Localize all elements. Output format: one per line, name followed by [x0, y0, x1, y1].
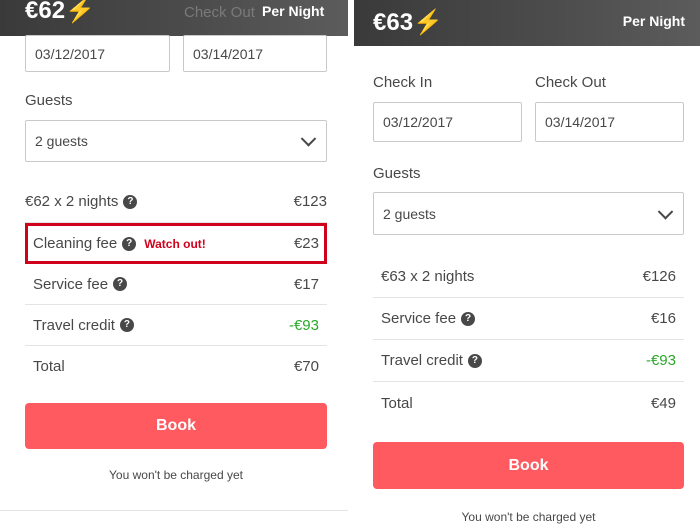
- per-night-label: Per Night: [262, 3, 325, 19]
- price-row-travel-credit: Travel credit? -€93: [25, 305, 327, 346]
- row-value: €16: [650, 310, 676, 327]
- row-label: Travel credit: [33, 316, 115, 334]
- row-value: -€93: [645, 352, 676, 369]
- check-in-label: Check In: [373, 74, 433, 91]
- price-header: €62⚡ Check Out Per Night: [0, 0, 348, 36]
- booking-panel-right: €63⚡ Per Night Check In Check Out 03/12/…: [354, 0, 700, 532]
- price-row-nights: €63 x 2 nights €126: [373, 256, 684, 298]
- guests-label: Guests: [25, 92, 73, 109]
- row-value: €17: [293, 275, 319, 293]
- book-button[interactable]: Book: [25, 403, 327, 449]
- chevron-down-icon: [657, 203, 674, 220]
- price-header: €63⚡ Per Night: [354, 0, 700, 46]
- lightning-bolt-icon: ⚡: [65, 0, 95, 24]
- nightly-price: €62⚡: [25, 0, 95, 25]
- nightly-price: €63⚡: [373, 9, 443, 36]
- booking-panel-left: €62⚡ Check Out Per Night 03/12/2017 03/1…: [0, 0, 348, 532]
- check-out-label: Check Out: [535, 74, 606, 91]
- row-label: €63 x 2 nights: [381, 268, 475, 285]
- charge-note: You won't be charged yet: [109, 468, 243, 482]
- guests-value: 2 guests: [35, 133, 88, 149]
- row-value: €49: [650, 394, 676, 412]
- question-circle-icon[interactable]: ?: [461, 311, 476, 326]
- question-circle-icon[interactable]: ?: [467, 353, 482, 368]
- row-label: Total: [33, 358, 65, 375]
- footer-divider: [0, 510, 348, 511]
- book-button[interactable]: Book: [373, 442, 684, 489]
- row-value: €126: [642, 268, 676, 285]
- guests-value: 2 guests: [383, 205, 436, 222]
- row-label: €62 x 2 nights: [25, 193, 119, 210]
- row-label: Travel credit: [381, 352, 463, 369]
- question-circle-icon[interactable]: ?: [123, 194, 138, 209]
- check-in-field[interactable]: 03/12/2017: [373, 102, 522, 142]
- price-row-nights: €62 x 2 nights? €123: [25, 181, 327, 223]
- price-row-service-fee: Service fee? €17: [25, 264, 327, 305]
- cleaning-fee-highlight: [25, 223, 327, 264]
- check-out-field[interactable]: 03/14/2017: [535, 102, 684, 142]
- row-value: €70: [293, 358, 319, 375]
- guests-select[interactable]: 2 guests: [25, 120, 327, 162]
- price-row-travel-credit: Travel credit? -€93: [373, 340, 684, 382]
- per-night-label: Per Night: [622, 13, 685, 29]
- price-row-total: Total €70: [25, 346, 327, 387]
- check-out-field[interactable]: 03/14/2017: [183, 35, 327, 72]
- charge-note: You won't be charged yet: [461, 510, 596, 524]
- chevron-down-icon: [300, 131, 317, 147]
- price-row-service-fee: Service fee? €16: [373, 298, 684, 340]
- row-label: Service fee: [381, 310, 457, 327]
- lightning-bolt-icon: ⚡: [413, 9, 443, 36]
- row-value: €123: [293, 193, 327, 210]
- price-row-total: Total €49: [373, 382, 684, 424]
- row-value: -€93: [288, 316, 319, 334]
- guests-select[interactable]: 2 guests: [373, 192, 684, 235]
- question-circle-icon[interactable]: ?: [119, 318, 134, 332]
- check-out-label: Check Out: [184, 4, 255, 21]
- question-circle-icon[interactable]: ?: [113, 277, 128, 291]
- row-label: Service fee: [33, 275, 109, 293]
- check-in-field[interactable]: 03/12/2017: [25, 35, 170, 72]
- row-label: Total: [381, 394, 413, 412]
- guests-label: Guests: [373, 165, 421, 182]
